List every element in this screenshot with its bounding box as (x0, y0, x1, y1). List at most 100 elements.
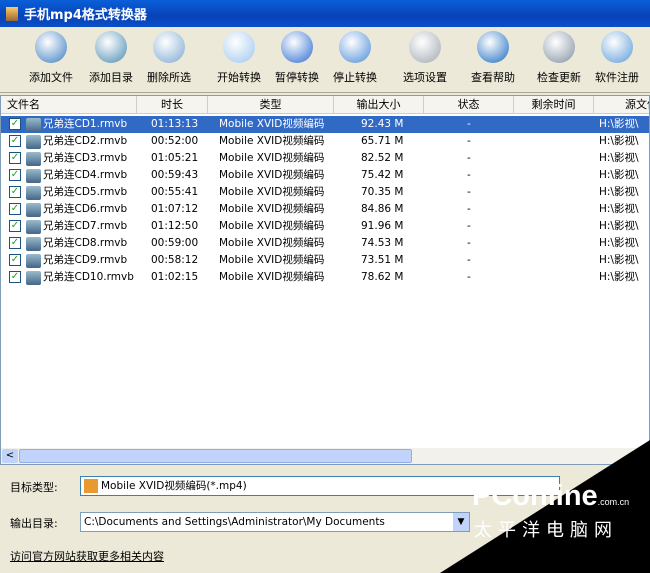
tools-icon (409, 31, 441, 63)
toolbar-button-add-folder[interactable]: 添加目录 (80, 31, 142, 85)
row-checkbox[interactable]: ✓ (9, 186, 21, 198)
table-row[interactable]: ✓ 兄弟连CD4.rmvb 00:59:43 Mobile XVID视频编码 7… (1, 167, 649, 184)
real-media-file-icon (26, 237, 41, 251)
add-file-icon (35, 31, 67, 63)
toolbar-button-pause[interactable]: 暂停转换 (266, 31, 328, 85)
scrollbar-thumb[interactable] (19, 449, 412, 463)
column-header[interactable]: 状态 (424, 96, 514, 114)
file-name: 兄弟连CD10.rmvb (43, 271, 134, 283)
column-header[interactable]: 源文件路 (594, 96, 649, 114)
horizontal-scrollbar[interactable]: < (1, 448, 649, 464)
target-type-label: 目标类型: (10, 481, 58, 494)
row-checkbox[interactable]: ✓ (9, 237, 21, 249)
toolbar-button-add-file[interactable]: 添加文件 (20, 31, 82, 85)
column-header[interactable]: 输出大小 (334, 96, 424, 114)
duration: 01:13:13 (151, 118, 199, 130)
toolbar-button-play[interactable]: 开始转换 (208, 31, 270, 85)
register-key-icon (601, 31, 633, 63)
output-dir-value: C:\Documents and Settings\Administrator\… (84, 516, 385, 528)
table-row[interactable]: ✓ 兄弟连CD9.rmvb 00:58:12 Mobile XVID视频编码 7… (1, 252, 649, 269)
delete-icon (153, 31, 185, 63)
status: - (467, 118, 471, 130)
column-header[interactable]: 文件名 (1, 96, 137, 114)
row-checkbox[interactable]: ✓ (9, 254, 21, 266)
output-size: 74.53 M (361, 237, 404, 249)
type: Mobile XVID视频编码 (219, 220, 325, 232)
duration: 01:05:21 (151, 152, 199, 164)
file-name: 兄弟连CD2.rmvb (43, 135, 128, 147)
output-size: 82.52 M (361, 152, 404, 164)
toolbar-button-register-key[interactable]: 软件注册 (586, 31, 648, 85)
stop-icon (339, 31, 371, 63)
source-path: H:\影视\ (599, 203, 639, 215)
scroll-left-icon[interactable]: < (2, 449, 18, 463)
toolbar-button-stop[interactable]: 停止转换 (324, 31, 386, 85)
column-header[interactable]: 剩余时间 (514, 96, 594, 114)
column-header[interactable]: 时长 (137, 96, 208, 114)
window-title: 手机mp4格式转换器 (24, 8, 147, 23)
chevron-down-icon[interactable]: ▼ (453, 513, 469, 531)
file-name: 兄弟连CD4.rmvb (43, 169, 128, 181)
toolbar-button-tools[interactable]: 选项设置 (394, 31, 456, 85)
toolbar-button-label: 停止转换 (333, 71, 377, 84)
duration: 00:58:12 (151, 254, 199, 266)
toolbar-button-help[interactable]: 查看帮助 (462, 31, 524, 85)
status: - (467, 203, 471, 215)
table-row[interactable]: ✓ 兄弟连CD10.rmvb 01:02:15 Mobile XVID视频编码 … (1, 269, 649, 286)
status: - (467, 169, 471, 181)
source-path: H:\影视\ (599, 254, 639, 266)
type: Mobile XVID视频编码 (219, 271, 325, 283)
official-site-link[interactable]: 访问官方网站获取更多相关内容 (10, 548, 164, 564)
row-checkbox[interactable]: ✓ (9, 135, 21, 147)
column-header[interactable]: 类型 (208, 96, 334, 114)
duration: 00:52:00 (151, 135, 199, 147)
table-row[interactable]: ✓ 兄弟连CD7.rmvb 01:12:50 Mobile XVID视频编码 9… (1, 218, 649, 235)
toolbar-button-delete[interactable]: 删除所选 (138, 31, 200, 85)
duration: 01:12:50 (151, 220, 199, 232)
type: Mobile XVID视频编码 (219, 203, 325, 215)
real-media-file-icon (26, 152, 41, 166)
row-checkbox[interactable]: ✓ (9, 203, 21, 215)
toolbar-button-label: 软件注册 (595, 71, 639, 84)
toolbar-button-label: 暂停转换 (275, 71, 319, 84)
file-name: 兄弟连CD5.rmvb (43, 186, 128, 198)
output-size: 70.35 M (361, 186, 404, 198)
source-path: H:\影视\ (599, 237, 639, 249)
title-bar: 手机mp4格式转换器 (0, 0, 650, 27)
table-row[interactable]: ✓ 兄弟连CD5.rmvb 00:55:41 Mobile XVID视频编码 7… (1, 184, 649, 201)
table-row[interactable]: ✓ 兄弟连CD6.rmvb 01:07:12 Mobile XVID视频编码 8… (1, 201, 649, 218)
row-checkbox[interactable]: ✓ (9, 152, 21, 164)
file-list[interactable]: 文件名时长类型输出大小状态剩余时间源文件路 ✓ 兄弟连CD1.rmvb 01:1… (0, 95, 650, 465)
table-row[interactable]: ✓ 兄弟连CD8.rmvb 00:59:00 Mobile XVID视频编码 7… (1, 235, 649, 252)
duration: 01:02:15 (151, 271, 199, 283)
output-dir-select[interactable]: C:\Documents and Settings\Administrator\… (80, 512, 470, 532)
real-media-file-icon (26, 271, 41, 285)
toolbar-button-label: 删除所选 (147, 71, 191, 84)
row-checkbox[interactable]: ✓ (9, 220, 21, 232)
real-media-file-icon (26, 186, 41, 200)
type: Mobile XVID视频编码 (219, 254, 325, 266)
film-icon (84, 479, 98, 493)
status: - (467, 135, 471, 147)
source-path: H:\影视\ (599, 118, 639, 130)
toolbar: 添加文件 添加目录 删除所选 开始转换 暂停转换 停止转换 选项设置 查看帮助 检查更新 软件注册 (0, 27, 650, 93)
help-icon (477, 31, 509, 63)
watermark-subtitle: 太平洋电脑网 (474, 520, 618, 541)
type: Mobile XVID视频编码 (219, 135, 325, 147)
table-row[interactable]: ✓ 兄弟连CD3.rmvb 01:05:21 Mobile XVID视频编码 8… (1, 150, 649, 167)
file-name: 兄弟连CD3.rmvb (43, 152, 128, 164)
toolbar-button-label: 查看帮助 (471, 71, 515, 84)
row-checkbox[interactable]: ✓ (9, 271, 21, 283)
row-checkbox[interactable]: ✓ (9, 169, 21, 181)
real-media-file-icon (26, 220, 41, 234)
watermark-logo: PConline.com.cn (472, 480, 630, 512)
toolbar-button-globe-update[interactable]: 检查更新 (528, 31, 590, 85)
target-type-value: Mobile XVID视频编码(*.mp4) (101, 480, 247, 492)
source-path: H:\影视\ (599, 186, 639, 198)
table-row[interactable]: ✓ 兄弟连CD1.rmvb 01:13:13 Mobile XVID视频编码 9… (1, 116, 649, 133)
row-checkbox[interactable]: ✓ (9, 118, 21, 130)
table-row[interactable]: ✓ 兄弟连CD2.rmvb 00:52:00 Mobile XVID视频编码 6… (1, 133, 649, 150)
type: Mobile XVID视频编码 (219, 169, 325, 181)
toolbar-button-label: 开始转换 (217, 71, 261, 84)
status: - (467, 186, 471, 198)
